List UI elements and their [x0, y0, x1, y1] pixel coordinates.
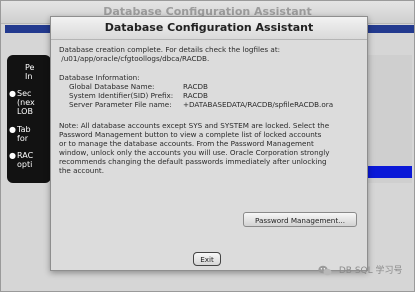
dialog-title: Database Configuration Assistant — [51, 17, 367, 40]
info-row: Global Database Name: RACDB — [59, 82, 359, 91]
info-value: RACDB — [183, 91, 208, 100]
info-key: Server Parameter File name: — [69, 100, 172, 109]
bg-panel-text: Pe — [25, 63, 35, 72]
info-value: RACDB — [183, 82, 208, 91]
info-row: Server Parameter File name: +DATABASEDAT… — [59, 100, 359, 109]
password-management-button[interactable]: Password Management... — [243, 212, 357, 227]
watermark: DB SQL 学习号 — [318, 263, 403, 279]
bullet-icon: ● — [9, 125, 16, 134]
completion-message: Database creation complete. For details … — [59, 45, 281, 63]
exit-button[interactable]: Exit — [193, 252, 221, 266]
bg-panel-text: LOB — [17, 107, 33, 116]
info-key: System Identifier(SID) Prefix: — [69, 91, 174, 100]
bullet-icon: ● — [9, 151, 16, 160]
locked-accounts-note: Note: All database accounts except SYS a… — [59, 121, 330, 175]
background-summary-panel: Pe In ● Sec (nex LOB ● Tab for ● RAC opt… — [7, 55, 51, 183]
bg-panel-text: Sec — [17, 89, 32, 98]
bg-panel-text: (nex — [17, 98, 35, 107]
completion-dialog: Database Configuration Assistant Databas… — [50, 16, 368, 271]
bg-panel-text: for — [17, 134, 28, 143]
info-key: Global Database Name: — [69, 82, 155, 91]
dialog-body: Database creation complete. For details … — [59, 45, 359, 175]
bg-panel-text: opti — [17, 160, 33, 169]
bg-panel-text: Tab — [17, 125, 31, 134]
background-progress-bar — [367, 166, 412, 178]
bullet-icon: ● — [9, 89, 16, 98]
background-right-area — [367, 55, 412, 183]
info-row: System Identifier(SID) Prefix: RACDB — [59, 91, 359, 100]
wechat-icon — [318, 265, 332, 276]
watermark-text: DB SQL 学习号 — [338, 266, 403, 276]
bg-panel-text: RAC — [17, 151, 34, 160]
bg-panel-text: In — [25, 72, 33, 81]
database-info-heading: Database Information: — [59, 73, 140, 82]
info-value: +DATABASEDATA/RACDB/spfileRACDB.ora — [183, 100, 334, 109]
